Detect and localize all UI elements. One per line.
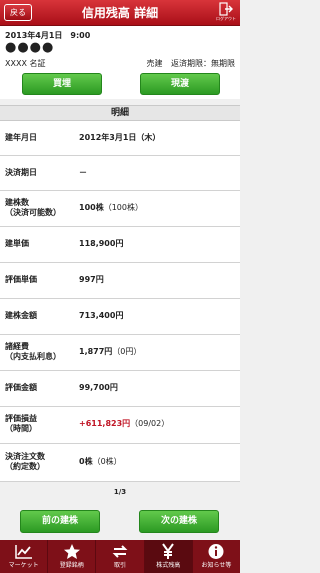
row-label-sub: （約定数）: [5, 462, 45, 471]
profit-loss-value: +611,823円: [79, 419, 131, 428]
detail-row: 建株金額 713,400円: [0, 299, 240, 335]
row-value: +611,823円（09/02）: [79, 419, 169, 429]
detail-row: 評価単価 997円: [0, 263, 240, 299]
detail-row: 諸経費 （内支払利息） 1,877円（0円）: [0, 335, 240, 371]
star-icon: [63, 544, 80, 559]
detail-row: 決済期日 －: [0, 156, 240, 191]
nav-notices[interactable]: お知らせ等: [193, 540, 240, 573]
row-label: 建年月日: [5, 133, 37, 142]
detail-row: 評価損益 （時間） +611,823円（09/02）: [0, 407, 240, 444]
next-position-button[interactable]: 次の建株: [139, 510, 219, 533]
row-value: 2012年3月1日（木）: [79, 133, 161, 142]
prev-position-button[interactable]: 前の建株: [20, 510, 100, 533]
row-value-sub: （100株）: [103, 203, 143, 212]
row-value-sub: （0円）: [112, 347, 142, 356]
nav-label: 取引: [114, 562, 127, 569]
nav-label: マーケット: [8, 562, 39, 569]
row-value: 118,900円: [79, 239, 124, 248]
bottom-nav: マーケット 登録銘柄 取引 株式残高 お知らせ等: [0, 540, 240, 573]
row-value: 100株（100株）: [79, 203, 143, 213]
detail-row: 建株数 （決済可能数） 100株（100株）: [0, 191, 240, 227]
row-value: 1,877円（0円）: [79, 347, 141, 357]
trade-icon: [112, 545, 128, 558]
row-value-main: 100株: [79, 203, 104, 212]
chart-icon: [14, 545, 32, 559]
logout-button[interactable]: ログアウト: [215, 2, 237, 24]
row-label: 決済期日: [5, 168, 37, 177]
page-indicator: 1/3: [0, 486, 240, 498]
nav-stock-balance[interactable]: 株式残高: [144, 540, 193, 573]
stock-name: XXXX 名証: [5, 59, 46, 68]
nav-market[interactable]: マーケット: [0, 540, 49, 573]
row-label-sub: （内支払利息）: [5, 352, 61, 361]
row-value: 713,400円: [79, 311, 124, 320]
account-masked: ●●●●: [5, 40, 55, 55]
page-title: 信用残高 詳細: [81, 6, 159, 20]
row-label: 決済注文数: [5, 452, 45, 461]
row-value-sub: （0株）: [92, 457, 122, 466]
nav-label: お知らせ等: [201, 562, 232, 569]
row-value: －: [79, 168, 87, 177]
nav-watchlist[interactable]: 登録銘柄: [48, 540, 97, 573]
logout-icon: [219, 2, 233, 16]
row-label: 建株数: [5, 198, 29, 207]
detail-row: 建年月日 2012年3月1日（木）: [0, 121, 240, 156]
detail-row: 決済注文数 （約定数） 0株（0株）: [0, 444, 240, 482]
row-label: 評価金額: [5, 383, 37, 392]
row-value: 0株（0株）: [79, 457, 122, 467]
app-header: 戻る 信用残高 詳細 ログアウト: [0, 0, 240, 26]
nav-label: 登録銘柄: [59, 562, 84, 569]
back-button[interactable]: 戻る: [4, 4, 32, 21]
row-label: 諸経費: [5, 342, 29, 351]
yen-icon: [162, 543, 175, 559]
row-label: 評価単価: [5, 275, 37, 284]
row-value-sub: （09/02）: [130, 419, 170, 428]
row-value-main: 0株: [79, 457, 93, 466]
deliver-button[interactable]: 現渡: [140, 73, 220, 95]
nav-label: 株式残高: [156, 562, 181, 569]
section-header: 明細: [0, 105, 240, 121]
detail-row: 評価金額 99,700円: [0, 371, 240, 407]
position-tags: 売建 返済期限：無期限: [140, 58, 235, 69]
row-value-main: 1,877円: [79, 347, 113, 356]
row-value: 99,700円: [79, 383, 118, 392]
row-label: 建単価: [5, 239, 29, 248]
info-icon: [208, 544, 224, 559]
nav-trade[interactable]: 取引: [96, 540, 145, 573]
buy-back-button[interactable]: 買埋: [22, 73, 102, 95]
row-label: 評価損益: [5, 414, 37, 423]
row-label-sub: （時間）: [5, 424, 37, 433]
repay-limit: 返済期限：無期限: [171, 59, 235, 68]
row-label-sub: （決済可能数）: [5, 208, 61, 217]
detail-list: 建年月日 2012年3月1日（木） 決済期日 － 建株数 （決済可能数） 100…: [0, 121, 240, 482]
row-label: 建株金額: [5, 311, 37, 320]
row-value: 997円: [79, 275, 104, 284]
trade-type: 売建: [146, 59, 163, 68]
logout-label: ログアウト: [216, 16, 236, 21]
detail-row: 建単価 118,900円: [0, 227, 240, 263]
